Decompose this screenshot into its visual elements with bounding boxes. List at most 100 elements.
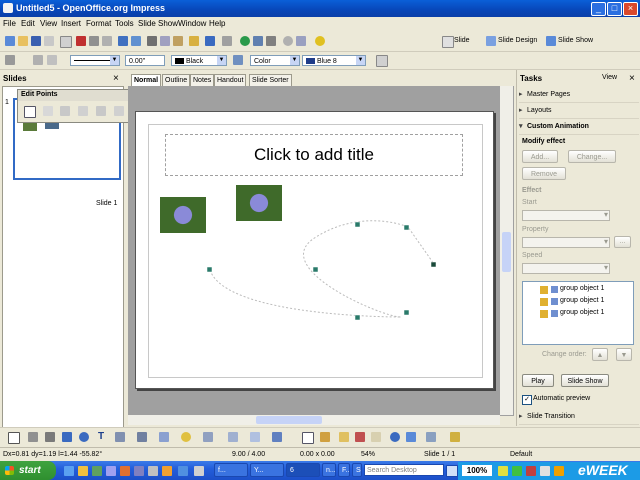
path-edit-point[interactable] [206,266,213,273]
start-button[interactable]: start [0,461,56,480]
paste-icon[interactable] [173,36,183,46]
tab-outline[interactable]: Outline [162,74,191,86]
custom-animation-path[interactable] [209,220,435,318]
line-style-select[interactable]: ▼ [70,55,120,66]
slides-pane-close-icon[interactable]: × [113,73,119,84]
curve-icon[interactable] [115,432,125,442]
menu-view[interactable]: View [40,19,57,28]
slide-design-button[interactable]: Slide Design [498,37,537,44]
email-icon[interactable] [44,36,54,46]
add-effect-button[interactable]: Add... [522,150,558,163]
flowchart-icon[interactable] [228,432,238,442]
vertical-scroll-thumb[interactable] [502,232,511,272]
section-custom-animation[interactable]: ▾ Custom Animation [519,120,639,135]
alignment-icon[interactable] [406,432,416,442]
area-style-select[interactable]: Color ▼ [250,55,300,66]
line-tool-icon[interactable] [28,432,38,442]
table-icon[interactable] [253,36,263,46]
quicklaunch-desktop-icon[interactable] [148,466,158,476]
automatic-preview-checkbox[interactable]: ✓ [522,395,532,405]
tasks-view-menu[interactable]: View [602,74,617,81]
print-preview-icon[interactable] [102,36,112,46]
close-button[interactable]: × [623,2,638,16]
desktop-search-input[interactable]: Search Desktop [364,464,444,476]
menu-tools[interactable]: Tools [115,19,134,28]
quicklaunch-ie-icon[interactable] [64,466,74,476]
remove-effect-button[interactable]: Remove [522,167,566,180]
help-icon[interactable] [315,36,325,46]
menu-help[interactable]: Help [209,19,225,28]
menu-edit[interactable]: Edit [21,19,35,28]
arrow-style-icon[interactable] [47,55,57,65]
text-tool-icon[interactable]: T [96,432,106,442]
tray-icon[interactable] [554,466,564,476]
menu-file[interactable]: File [3,19,16,28]
spellcheck-icon[interactable] [118,36,128,46]
quicklaunch-folder-icon[interactable] [78,466,88,476]
vertical-scrollbar[interactable] [500,86,513,415]
convert-to-curve-icon[interactable] [114,106,124,116]
tray-icon[interactable] [526,466,536,476]
flower-image[interactable] [236,185,282,221]
block-arrows-icon[interactable] [203,432,213,442]
chevron-down-icon[interactable]: ▼ [290,56,299,65]
cut-icon[interactable] [147,36,157,46]
minimize-button[interactable]: _ [591,2,606,16]
rotate-icon[interactable] [390,432,400,442]
autospellcheck-icon[interactable] [131,36,141,46]
status-zoom[interactable]: 54% [361,451,375,458]
tab-slide-sorter[interactable]: Slide Sorter [249,74,292,86]
fontwork-icon[interactable] [339,432,349,442]
stars-icon[interactable] [272,432,282,442]
quicklaunch-misc-icon[interactable] [162,466,172,476]
property-select[interactable] [522,237,610,248]
display-grid-icon[interactable] [266,36,276,46]
points-icon[interactable] [24,106,36,118]
section-slide-transition[interactable]: ▸ Slide Transition [519,410,639,425]
section-master-pages[interactable]: ▸ Master Pages [519,88,639,103]
flower-image[interactable] [160,197,206,233]
property-options-button[interactable]: ... [614,236,631,248]
menu-format[interactable]: Format [86,19,111,28]
quicklaunch-more-icon[interactable] [178,466,188,476]
arrange-icon[interactable] [426,432,436,442]
tab-handout[interactable]: Handout [214,74,247,86]
quicklaunch-firefox-icon[interactable] [120,466,130,476]
horizontal-scroll-thumb[interactable] [256,416,322,424]
play-button[interactable]: Play [522,374,554,387]
quicklaunch-messenger-icon[interactable] [134,466,144,476]
effects-list-item[interactable]: group object 1 [560,285,604,292]
copy-icon[interactable] [160,36,170,46]
effects-list-item[interactable]: group object 1 [560,297,604,304]
tray-icon[interactable] [540,466,550,476]
glue-points-icon[interactable] [320,432,330,442]
speed-select[interactable] [522,263,610,274]
format-paintbrush-icon[interactable] [189,36,199,46]
arrow-line-icon[interactable] [45,432,55,442]
path-edit-point[interactable] [403,309,410,316]
search-icon[interactable] [446,465,458,477]
select-arrow-icon[interactable] [8,432,20,444]
print-icon[interactable] [89,36,99,46]
split-curve-icon[interactable] [96,106,106,116]
slide-button[interactable]: Slide [454,37,470,44]
move-up-button[interactable]: ▲ [592,348,608,361]
slide-show-button[interactable]: Slide Show [558,37,593,44]
chevron-down-icon[interactable]: ▼ [356,56,365,65]
extrusion-icon[interactable] [450,432,460,442]
tasks-pane-close-icon[interactable]: × [629,73,635,84]
path-edit-point[interactable] [354,314,361,321]
ellipse-icon[interactable] [79,432,89,442]
taskbar-item[interactable]: 6 [286,463,320,477]
undo-icon[interactable] [205,36,215,46]
quicklaunch-app-icon[interactable] [106,466,116,476]
line-width-field[interactable]: 0.00" [125,55,165,66]
styles-icon[interactable] [5,55,15,65]
path-edit-point[interactable] [312,266,319,273]
export-pdf-icon[interactable] [76,36,86,46]
navigator-icon[interactable] [283,36,293,46]
quicklaunch-media-icon[interactable] [92,466,102,476]
symbol-shapes-icon[interactable] [181,432,191,442]
menu-window[interactable]: Window [178,19,206,28]
tray-icon[interactable] [512,466,522,476]
